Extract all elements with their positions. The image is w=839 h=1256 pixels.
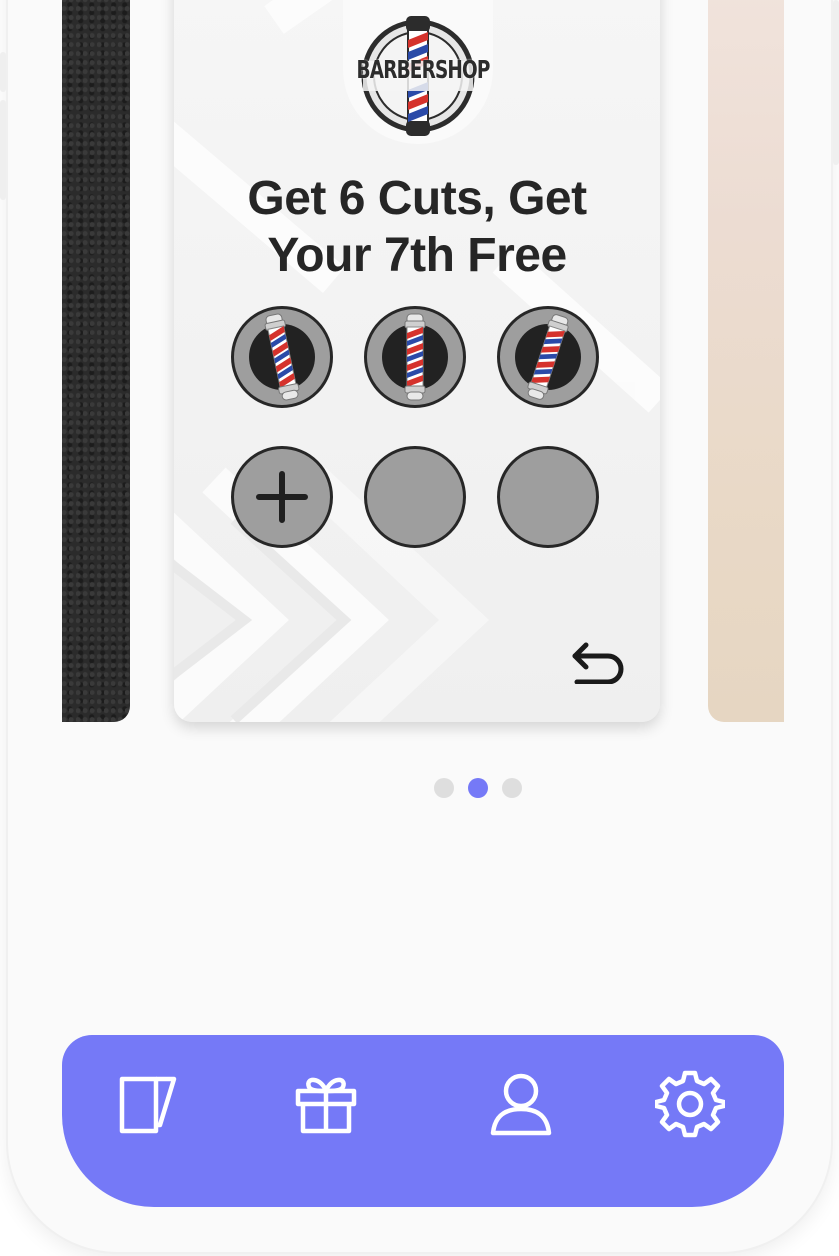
nav-cards-button[interactable] [114,1069,184,1139]
flip-card-button[interactable] [570,642,626,688]
logo-text: BARBERSHOP [356,55,491,84]
nav-settings-button[interactable] [653,1069,727,1139]
stamp-slot-3[interactable] [497,306,599,408]
phone-frame: BARBERSHOP Get 6 Cuts, Get Your 7th Free [8,0,831,1252]
cards-icon [119,1076,177,1134]
card-preview-left[interactable] [62,0,130,722]
nav-profile-button[interactable] [486,1069,556,1139]
user-icon [490,1073,552,1136]
app-screen: BARBERSHOP Get 6 Cuts, Get Your 7th Free [62,0,784,1207]
plus-icon [256,471,308,523]
phone-side-button [833,0,839,165]
gift-icon [295,1077,357,1134]
barbershop-logo: BARBERSHOP [343,0,493,144]
stamp-slot-2[interactable] [364,306,466,408]
loyalty-card[interactable]: BARBERSHOP Get 6 Cuts, Get Your 7th Free [174,0,660,722]
barber-pole-icon [382,313,448,401]
gear-icon [653,1070,727,1138]
stamp-slot-1[interactable] [231,306,333,408]
card-title: Get 6 Cuts, Get Your 7th Free [194,170,640,284]
stamp-slot-6[interactable] [497,446,599,548]
card-preview-right[interactable] [708,0,784,722]
bottom-nav-bar [62,1035,784,1207]
barber-pole-icon [515,314,581,400]
nav-rewards-button[interactable] [291,1069,361,1139]
phone-side-button [0,52,6,92]
card-title-line-2: Your 7th Free [267,229,567,282]
phone-side-button [0,100,6,200]
add-stamp-button[interactable] [231,446,333,548]
pagination-dot[interactable] [468,778,488,798]
pagination-dot[interactable] [502,778,522,798]
barber-pole-icon [249,313,315,401]
pagination-dot[interactable] [434,778,454,798]
card-title-line-1: Get 6 Cuts, Get [247,172,587,225]
undo-arrow-icon [572,642,624,685]
stamp-slot-5[interactable] [364,446,466,548]
